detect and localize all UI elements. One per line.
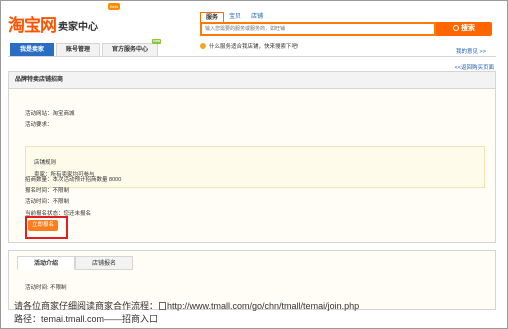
signup-time: 报名时间：不限制: [25, 188, 70, 194]
search-hint: 什么服务适合我店铺，快来搜索下吧!: [200, 42, 299, 50]
beta-badge: Beta: [108, 3, 121, 10]
recruit-count: 招商数量：本次活动预计招商数量 8000: [25, 177, 122, 183]
recruit-panel: 品牌特卖店铺招商 活动网站：淘宝商城 活动要求： 店铺规则 卖家：所有卖家均可参…: [8, 71, 496, 243]
panel-title: 品牌特卖店铺招商: [9, 72, 495, 89]
nav-item-label: 官方服务中心: [112, 47, 149, 53]
nav-divider: [8, 56, 496, 57]
nav-item-label: 我是卖家: [20, 47, 45, 53]
main-nav: 我是卖家 账号管理 官方服务中心 new: [10, 39, 162, 56]
search-icon: [453, 25, 459, 31]
activity-time: 活动时间：不限制: [25, 199, 70, 205]
document-icon: [159, 302, 167, 310]
search-button[interactable]: 搜索: [436, 22, 492, 36]
back-to-purchase-link[interactable]: <<返回购买页面: [455, 63, 494, 71]
new-badge: new: [152, 39, 162, 44]
nav-item-seller[interactable]: 我是卖家: [10, 43, 55, 56]
cooperation-process-line: 请各位商家仔细阅读商家合作流程： http://www.tmall.com/go/…: [14, 299, 359, 312]
process-prefix: 请各位商家仔细阅读商家合作流程：: [14, 301, 159, 311]
tab-activity-intro[interactable]: 活动介绍: [17, 256, 76, 270]
tab-content-activity-time: 活动时间: 不限制: [25, 285, 67, 291]
search-box: [200, 22, 436, 36]
nav-item-label: 账号管理: [66, 47, 91, 53]
tab-shop-signup[interactable]: 店铺报名: [75, 256, 134, 270]
nav-item-account[interactable]: 账号管理: [56, 43, 101, 56]
activity-tabs: 活动介绍 店铺报名: [17, 256, 134, 270]
entry-path-line: 路径：temai.tmall.com——招商入口: [14, 314, 159, 324]
activity-site: 活动网站：淘宝商城: [25, 111, 75, 117]
activity-requirement-label: 活动要求：: [25, 122, 53, 128]
signup-now-button[interactable]: 立即报名: [28, 220, 58, 231]
logo-sub-text: 卖家中心: [58, 22, 98, 33]
search-hint-text[interactable]: 什么服务适合我店铺，快来搜索下吧!: [209, 42, 299, 50]
search-tab-shop[interactable]: 店铺: [246, 12, 268, 22]
search-input[interactable]: [202, 24, 434, 34]
search-scope-tabs: 服务 宝贝 店铺: [200, 12, 268, 22]
join-url-link[interactable]: http://www.tmall.com/go/chn/tmall/temai/…: [167, 301, 359, 311]
taobao-logo[interactable]: 淘宝网 卖家中心: [8, 11, 98, 35]
logo-main-text: 淘宝网: [8, 16, 57, 36]
nav-item-service-center[interactable]: 官方服务中心 new: [102, 39, 162, 56]
requirement-rule: 店铺规则: [34, 160, 57, 166]
search-button-label: 搜索: [461, 25, 475, 32]
search-tab-service[interactable]: 服务: [200, 12, 225, 22]
search-tab-item[interactable]: 宝贝: [224, 12, 246, 22]
bulb-icon: [200, 43, 206, 49]
feedback-link[interactable]: 我的意见 >>: [456, 47, 486, 55]
